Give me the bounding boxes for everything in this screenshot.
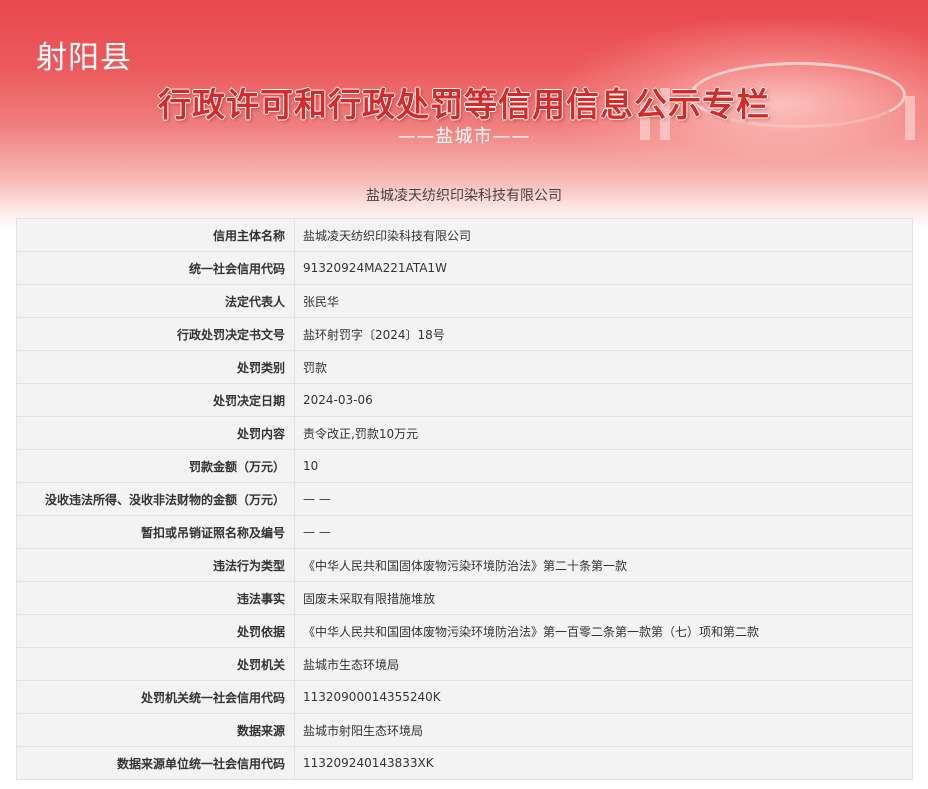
table-row: 处罚机关统一社会信用代码 11320900014355240K (16, 680, 913, 714)
field-value: 《中华人民共和国固体废物污染环境防治法》第一百零二条第一款第（七）项和第二款 (294, 614, 913, 648)
field-label: 信用主体名称 (16, 218, 295, 252)
field-label: 处罚机关统一社会信用代码 (16, 680, 295, 714)
field-label: 没收违法所得、没收非法财物的金额（万元） (16, 482, 295, 516)
field-label: 违法行为类型 (16, 548, 295, 582)
page-title: 行政许可和行政处罚等信用信息公示专栏 (158, 85, 770, 124)
field-label: 处罚决定日期 (16, 383, 295, 417)
table-row: 处罚类别 罚款 (16, 350, 913, 384)
field-value: 责令改正,罚款10万元 (294, 416, 913, 450)
field-value: 固废未采取有限措施堆放 (294, 581, 913, 615)
field-value: — — (294, 482, 913, 516)
table-row: 暂扣或吊销证照名称及编号 — — (16, 515, 913, 549)
penalty-info-table: 信用主体名称 盐城凌天纺织印染科技有限公司 统一社会信用代码 91320924MA22… (16, 218, 913, 780)
field-label: 罚款金额（万元） (16, 449, 295, 483)
field-value: 盐环射罚字〔2024〕18号 (294, 317, 913, 351)
table-row: 信用主体名称 盐城凌天纺织印染科技有限公司 (16, 218, 913, 252)
field-value: 2024-03-06 (294, 383, 913, 417)
table-row: 罚款金额（万元） 10 (16, 449, 913, 483)
field-label: 处罚类别 (16, 350, 295, 384)
table-row: 没收违法所得、没收非法财物的金额（万元） — — (16, 482, 913, 516)
field-label: 处罚机关 (16, 647, 295, 681)
field-label: 暂扣或吊销证照名称及编号 (16, 515, 295, 549)
field-value: 11320900014355240K (294, 680, 913, 714)
field-value: 91320924MA221ATA1W (294, 251, 913, 285)
field-label: 违法事实 (16, 581, 295, 615)
field-value: 盐城市射阳生态环境局 (294, 713, 913, 747)
table-row: 处罚内容 责令改正,罚款10万元 (16, 416, 913, 450)
table-row: 法定代表人 张民华 (16, 284, 913, 318)
table-row: 处罚依据 《中华人民共和国固体废物污染环境防治法》第一百零二条第一款第（七）项和第… (16, 614, 913, 648)
table-row: 数据来源 盐城市射阳生态环境局 (16, 713, 913, 747)
table-row: 统一社会信用代码 91320924MA221ATA1W (16, 251, 913, 285)
table-row: 处罚决定日期 2024-03-06 (16, 383, 913, 417)
city-subtitle: ——盐城市—— (397, 126, 531, 147)
field-label: 处罚内容 (16, 416, 295, 450)
table-row: 行政处罚决定书文号 盐环射罚字〔2024〕18号 (16, 317, 913, 351)
county-name: 射阳县 (36, 40, 132, 76)
company-heading: 盐城凌天纺织印染科技有限公司 (366, 188, 562, 204)
field-value: 罚款 (294, 350, 913, 384)
field-label: 行政处罚决定书文号 (16, 317, 295, 351)
field-value: 盐城市生态环境局 (294, 647, 913, 681)
field-label: 统一社会信用代码 (16, 251, 295, 285)
field-label: 处罚依据 (16, 614, 295, 648)
field-value: 113209240143833XK (294, 746, 913, 780)
table-row: 数据来源单位统一社会信用代码 113209240143833XK (16, 746, 913, 780)
table-row: 违法行为类型 《中华人民共和国固体废物污染环境防治法》第二十条第一款 (16, 548, 913, 582)
field-label: 数据来源 (16, 713, 295, 747)
field-value: 盐城凌天纺织印染科技有限公司 (294, 218, 913, 252)
table-row: 处罚机关 盐城市生态环境局 (16, 647, 913, 681)
field-label: 数据来源单位统一社会信用代码 (16, 746, 295, 780)
field-value: 10 (294, 449, 913, 483)
table-row: 违法事实 固废未采取有限措施堆放 (16, 581, 913, 615)
field-value: — — (294, 515, 913, 549)
field-label: 法定代表人 (16, 284, 295, 318)
field-value: 《中华人民共和国固体废物污染环境防治法》第二十条第一款 (294, 548, 913, 582)
field-value: 张民华 (294, 284, 913, 318)
